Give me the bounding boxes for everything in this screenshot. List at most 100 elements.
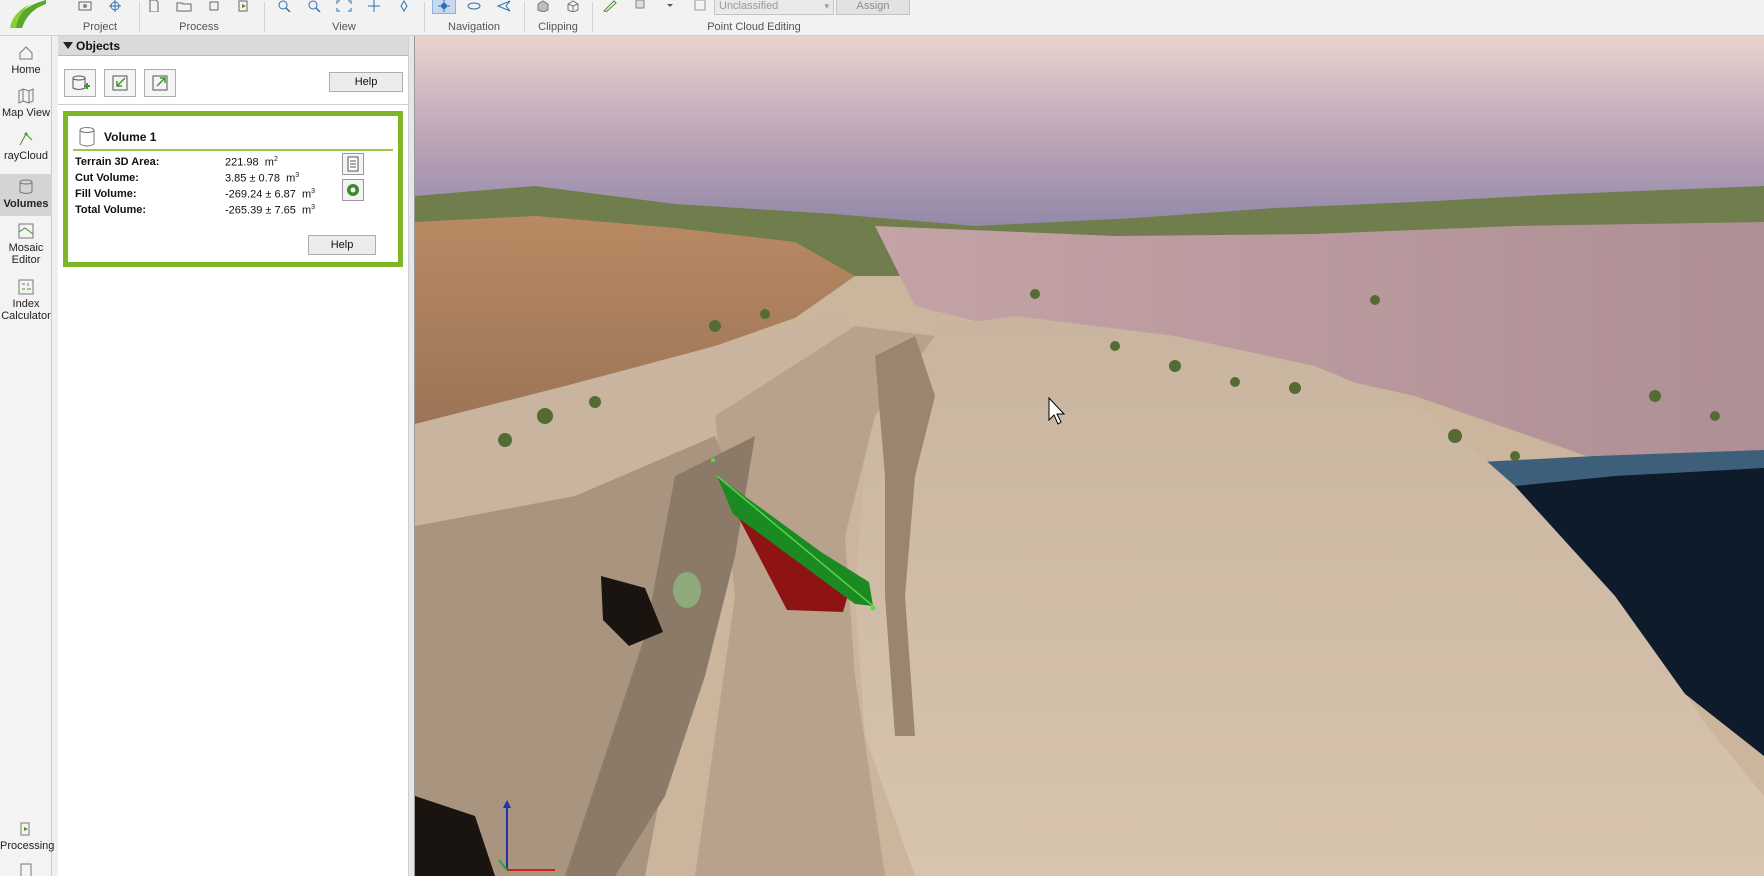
toolbar-group-navigation: Navigation — [428, 0, 520, 36]
fly-icon[interactable] — [462, 0, 486, 14]
sidebar-item-label: Volumes — [3, 198, 49, 210]
raycloud-icon — [19, 132, 33, 146]
point-cloud-scene[interactable] — [415, 36, 1764, 876]
zoom-in-icon[interactable] — [272, 0, 296, 14]
new-volume-icon — [72, 75, 90, 90]
export-volume-icon — [152, 75, 168, 91]
cut-volume-label: Cut Volume: — [75, 172, 139, 184]
volume-name[interactable]: Volume 1 — [104, 130, 156, 144]
report-icon — [20, 863, 32, 876]
refresh-icon[interactable] — [202, 0, 226, 14]
volume-card[interactable]: Volume 1 Terrain 3D Area: 221.98 m2 Cut … — [63, 111, 403, 267]
clip-box-icon[interactable] — [531, 0, 555, 14]
total-volume-label: Total Volume: — [75, 204, 147, 216]
export-volume-button[interactable] — [144, 69, 176, 97]
toolbar-separator — [139, 2, 140, 32]
sidebar-item-label: Calculator — [1, 310, 51, 322]
sidebar-item-label: Editor — [11, 254, 41, 266]
toolbar-group-label: View — [332, 21, 356, 33]
panel-splitter[interactable] — [408, 36, 415, 876]
volume-marker — [673, 572, 701, 608]
new-volume-button[interactable] — [64, 69, 96, 97]
project-settings-icon[interactable] — [73, 0, 97, 14]
sidebar-item-label: Index — [12, 298, 40, 310]
raycloud-3d-view[interactable] — [415, 36, 1764, 876]
total-volume-row: Total Volume: -265.39 ± 7.65 m3 — [75, 204, 395, 220]
toolbar-separator — [264, 2, 265, 32]
sidebar-item-home[interactable]: Home — [0, 44, 52, 82]
sidebar-item-raycloud[interactable]: rayCloud — [0, 130, 52, 168]
panel-title: Objects — [76, 39, 121, 53]
toolbar-group-label: Process — [179, 21, 219, 33]
sidebar-item-volumes[interactable]: Volumes — [0, 174, 52, 216]
index-icon — [18, 279, 34, 295]
brush-icon[interactable] — [598, 0, 622, 14]
volume-help-button[interactable]: Help — [308, 235, 376, 255]
select-icon[interactable] — [628, 0, 652, 14]
divider — [73, 149, 393, 151]
total-volume-value: -265.39 ± 7.65 m3 — [225, 204, 316, 217]
volumes-icon — [19, 179, 33, 194]
map-icon — [18, 88, 34, 104]
report-icon[interactable] — [342, 153, 364, 175]
toolbar-group-project: Project — [62, 0, 138, 36]
fit-view-icon[interactable] — [332, 0, 356, 14]
collapse-triangle-icon[interactable] — [63, 42, 73, 49]
toolbar-group-clipping: Clipping — [528, 0, 588, 36]
sidebar-item-label: Map View — [1, 107, 51, 119]
sidebar-item-processing[interactable]: Processing — [0, 820, 55, 860]
zoom-out-icon[interactable] — [302, 0, 326, 14]
sidebar-item-report[interactable] — [0, 862, 52, 876]
classification-selected-value: Unclassified — [719, 0, 779, 12]
crosshair-icon[interactable] — [103, 0, 127, 14]
objects-panel-header[interactable]: Objects — [58, 36, 408, 56]
import-volume-icon — [112, 75, 128, 91]
classification-select[interactable]: Unclassified ▾ — [714, 0, 834, 15]
orbit-icon[interactable] — [432, 0, 456, 14]
fill-volume-value: -269.24 ± 6.87 m3 — [225, 188, 316, 201]
toolbar-group-label: Navigation — [448, 21, 500, 33]
sidebar-item-label: rayCloud — [3, 150, 49, 162]
help-button[interactable]: Help — [329, 72, 403, 92]
color-swatch-icon[interactable] — [688, 0, 712, 14]
import-volume-button[interactable] — [104, 69, 136, 97]
process-icon[interactable] — [232, 0, 256, 14]
objects-panel: Objects Help Volume 1 Terrain 3D Area: 2… — [58, 36, 408, 876]
toolbar-group-label: Point Cloud Editing — [707, 21, 801, 33]
new-file-icon[interactable] — [142, 0, 166, 14]
cut-volume-value: 3.85 ± 0.78 m3 — [225, 172, 300, 185]
toolbar-group-label: Project — [82, 21, 118, 33]
volume-vertex — [711, 458, 715, 462]
sidebar-item-mosaic-editor[interactable]: Mosaic Editor — [0, 222, 52, 272]
toolbar-separator — [524, 2, 525, 32]
open-folder-icon[interactable] — [172, 0, 196, 14]
processing-icon — [20, 822, 30, 836]
volume-icon — [79, 127, 95, 147]
chevron-down-icon: ▾ — [824, 1, 829, 11]
move-icon[interactable] — [362, 0, 386, 14]
clip-cube-icon[interactable] — [561, 0, 585, 14]
pan-icon[interactable] — [392, 0, 416, 14]
sidebar: Home Map View rayCloud Volumes Mosaic Ed… — [0, 36, 55, 876]
toolbar-separator — [424, 2, 425, 32]
divider — [58, 104, 408, 105]
home-icon — [19, 46, 33, 60]
toolbar-group-label: Clipping — [538, 21, 578, 33]
toolbar: Project Process View Navigation Clipping… — [0, 0, 1764, 36]
toolbar-group-process: Process — [142, 0, 256, 36]
terrain-area-value: 221.98 m2 — [225, 156, 278, 169]
app-logo — [10, 0, 46, 28]
terrain-area-label: Terrain 3D Area: — [75, 156, 160, 168]
fill-volume-label: Fill Volume: — [75, 188, 137, 200]
sidebar-item-index-calculator[interactable]: Index Calculator — [0, 278, 52, 328]
sidebar-item-label: Processing — [0, 840, 55, 852]
mosaic-icon — [18, 223, 34, 239]
chevron-down-icon[interactable] — [658, 0, 682, 14]
assign-button[interactable]: Assign — [836, 0, 910, 15]
sidebar-item-map-view[interactable]: Map View — [0, 87, 52, 125]
app-window: Project Process View Navigation Clipping… — [0, 0, 1764, 876]
gear-icon[interactable] — [342, 179, 364, 201]
volume-vertex — [870, 605, 876, 611]
trackball-icon[interactable] — [492, 0, 516, 14]
sidebar-item-label: Mosaic — [8, 242, 44, 254]
